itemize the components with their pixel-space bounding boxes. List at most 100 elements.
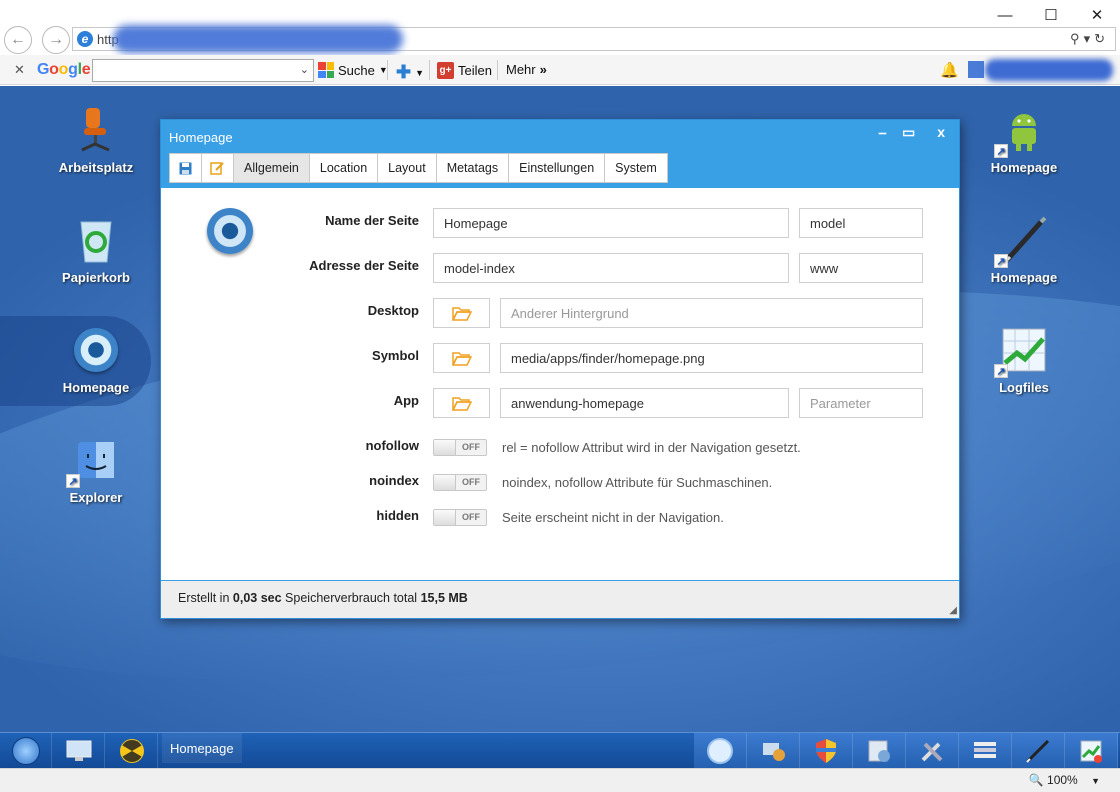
minimize-button[interactable]: — — [982, 4, 1028, 26]
google-logo: Google — [37, 61, 91, 78]
status-time: 0,03 sec — [232, 591, 282, 605]
zoom-control[interactable]: 🔍 100% ▼ — [1029, 773, 1100, 787]
tray-chart-button[interactable] — [1065, 733, 1118, 769]
plus-icon: ✚ — [396, 62, 412, 82]
taskbar-radiation-button[interactable] — [106, 733, 158, 769]
window-controls: — ☐ ✕ — [982, 4, 1120, 26]
desktop-icon-explorer[interactable]: ↗ Explorer — [41, 436, 151, 505]
monitor-icon — [66, 740, 91, 761]
address-tools[interactable]: ⚲▾↻ — [1070, 31, 1109, 47]
symbol-browse-button[interactable] — [433, 343, 490, 373]
shield-icon — [816, 739, 836, 763]
chevron-down-icon[interactable]: ⌄ — [300, 63, 309, 76]
general-settings-form: Name der Seite Homepage model Adresse de… — [161, 188, 959, 580]
chevron-down-icon: ▼ — [415, 67, 425, 78]
tab-einstellungen[interactable]: Einstellungen — [508, 153, 606, 183]
redacted-account[interactable] — [985, 59, 1113, 81]
chart-icon: ↗ — [994, 326, 1048, 378]
folder-open-icon — [451, 396, 472, 411]
tab-layout[interactable]: Layout — [377, 153, 437, 183]
tab-system[interactable]: System — [604, 153, 668, 183]
google-search-input[interactable]: ⌄ — [92, 59, 314, 82]
tray-pen-button[interactable] — [1012, 733, 1065, 769]
desktop-icon-arbeitsplatz[interactable]: Arbeitsplatz — [41, 106, 151, 175]
tray-tools-button[interactable] — [906, 733, 959, 769]
hidden-label: hidden — [376, 508, 419, 523]
desktop-icon-label: Homepage — [990, 270, 1058, 285]
maximize-button[interactable]: ▭ — [902, 124, 915, 141]
tray-clock-button[interactable] — [694, 733, 747, 769]
app-input[interactable]: anwendung-homepage — [500, 388, 789, 418]
shortcut-arrow-icon: ↗ — [66, 474, 80, 488]
app-parameter-input[interactable]: Parameter — [799, 388, 923, 418]
tray-network-button[interactable] — [747, 733, 800, 769]
subdomain-input[interactable]: www — [799, 253, 923, 283]
name-input[interactable]: Homepage — [433, 208, 789, 238]
window-titlebar[interactable]: Homepage ⎯ ▭ x Allgemein Location Layout… — [161, 120, 959, 188]
desktop-icon-label: Homepage — [990, 160, 1058, 175]
tray-document-button[interactable] — [959, 733, 1012, 769]
chart-icon — [1080, 740, 1102, 763]
nofollow-toggle[interactable]: OFF — [433, 439, 487, 456]
tray-settings-button[interactable] — [853, 733, 906, 769]
model-input[interactable]: model — [799, 208, 923, 238]
double-chevron-right-icon: » — [539, 62, 547, 77]
edit-button[interactable] — [201, 153, 234, 183]
taskbar-task-homepage[interactable]: Homepage — [162, 733, 242, 763]
maximize-button[interactable]: ☐ — [1028, 4, 1074, 26]
start-button[interactable] — [0, 733, 52, 769]
resize-grip-icon[interactable]: ◢ — [949, 605, 957, 616]
tray-security-button[interactable] — [800, 733, 853, 769]
hidden-toggle[interactable]: OFF — [433, 509, 487, 526]
shortcut-arrow-icon: ↗ — [994, 254, 1008, 268]
chevron-down-icon[interactable]: ▾ — [1084, 31, 1095, 46]
bell-icon[interactable]: 🔔 — [940, 61, 959, 79]
user-icon[interactable] — [968, 61, 984, 78]
refresh-icon[interactable]: ↻ — [1094, 31, 1109, 46]
save-button[interactable] — [169, 153, 202, 183]
window-statusbar: Erstellt in 0,03 sec Speicherverbrauch t… — [161, 580, 959, 618]
extensions-button[interactable]: ✚ ▼ — [396, 62, 424, 83]
search-icon[interactable]: ⚲ — [1070, 31, 1084, 46]
symbol-input[interactable]: media/apps/finder/homepage.png — [500, 343, 923, 373]
taskbar-computer-button[interactable] — [53, 733, 105, 769]
tab-metatags[interactable]: Metatags — [435, 153, 510, 183]
address-bar[interactable]: e http ⚲▾↻ — [72, 25, 1116, 53]
more-button-label: Mehr — [506, 62, 536, 77]
desktop-browse-button[interactable] — [433, 298, 490, 328]
desktop-label: Desktop — [367, 303, 419, 318]
app-browse-button[interactable] — [433, 388, 490, 418]
close-button[interactable]: ✕ — [1074, 4, 1120, 26]
shortcut-arrow-icon: ↗ — [994, 364, 1008, 378]
close-button[interactable]: x — [937, 124, 945, 141]
zoom-level: 100% — [1047, 773, 1078, 787]
desktop-icon-homepage-pen[interactable]: ↗ Homepage — [969, 216, 1079, 285]
toggle-knob — [434, 510, 456, 525]
desktop-background-input[interactable]: Anderer Hintergrund — [500, 298, 923, 328]
ie-logo-icon: e — [77, 31, 93, 47]
pen-icon — [1026, 739, 1050, 763]
desktop-icon-label: Arbeitsplatz — [58, 160, 134, 175]
minimize-button[interactable]: ⎯ — [879, 124, 886, 141]
address-input[interactable]: model-index — [433, 253, 789, 283]
noindex-toggle[interactable]: OFF — [433, 474, 487, 491]
more-button[interactable]: Mehr » — [506, 62, 547, 77]
pen-icon: ↗ — [994, 216, 1048, 268]
divider — [429, 60, 430, 80]
back-button[interactable]: ← — [4, 26, 32, 54]
floppy-disk-icon — [179, 162, 192, 174]
control-panel-icon — [868, 740, 890, 762]
desktop-icon-homepage[interactable]: Homepage — [0, 316, 151, 406]
desktop-icon-papierkorb[interactable]: Papierkorb — [41, 216, 151, 285]
search-button[interactable]: Suche ▼ — [318, 62, 388, 78]
forward-button[interactable]: → — [42, 26, 70, 54]
recycle-bin-icon — [72, 216, 120, 264]
desktop-icon-label: Logfiles — [999, 380, 1049, 395]
tab-allgemein[interactable]: Allgemein — [233, 153, 310, 183]
share-button[interactable]: g+ Teilen — [437, 62, 492, 79]
tab-location[interactable]: Location — [308, 153, 379, 183]
desktop-icon-logfiles[interactable]: ↗ Logfiles — [969, 326, 1079, 395]
desktop-icon-homepage-android[interactable]: ↗ Homepage — [969, 106, 1079, 175]
status-middle: Speicherverbrauch total — [285, 591, 418, 605]
close-toolbar-icon[interactable]: ✕ — [14, 62, 25, 78]
